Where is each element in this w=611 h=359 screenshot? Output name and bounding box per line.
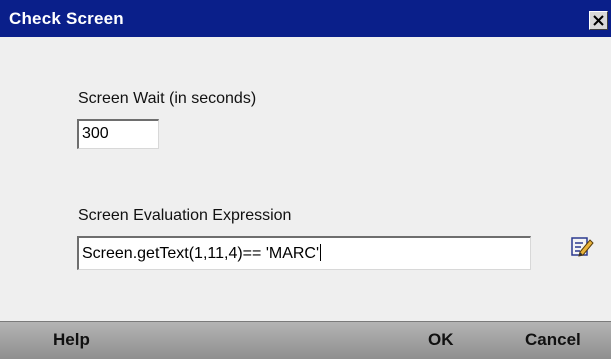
screen-wait-input[interactable]: 300 bbox=[77, 119, 159, 149]
close-icon bbox=[593, 15, 604, 26]
window-title: Check Screen bbox=[9, 9, 124, 28]
eval-expression-value: Screen.getText(1,11,4)== 'MARC' bbox=[82, 245, 320, 262]
eval-expression-label: Screen Evaluation Expression bbox=[78, 207, 292, 224]
title-bar: Check Screen bbox=[0, 0, 611, 37]
screen-wait-value: 300 bbox=[82, 125, 109, 142]
ok-button[interactable]: OK bbox=[428, 330, 454, 350]
text-caret bbox=[320, 244, 322, 261]
close-button[interactable] bbox=[589, 11, 608, 30]
screen-wait-label: Screen Wait (in seconds) bbox=[78, 90, 257, 107]
edit-expression-button[interactable] bbox=[570, 234, 594, 258]
help-button[interactable]: Help bbox=[53, 330, 90, 350]
eval-expression-input[interactable]: Screen.getText(1,11,4)== 'MARC' bbox=[77, 236, 531, 270]
cancel-button[interactable]: Cancel bbox=[525, 330, 581, 350]
edit-expression-icon bbox=[571, 237, 594, 257]
check-screen-dialog: Check Screen Screen Wait (in seconds) 30… bbox=[0, 0, 611, 359]
button-bar: Help OK Cancel bbox=[0, 321, 611, 359]
